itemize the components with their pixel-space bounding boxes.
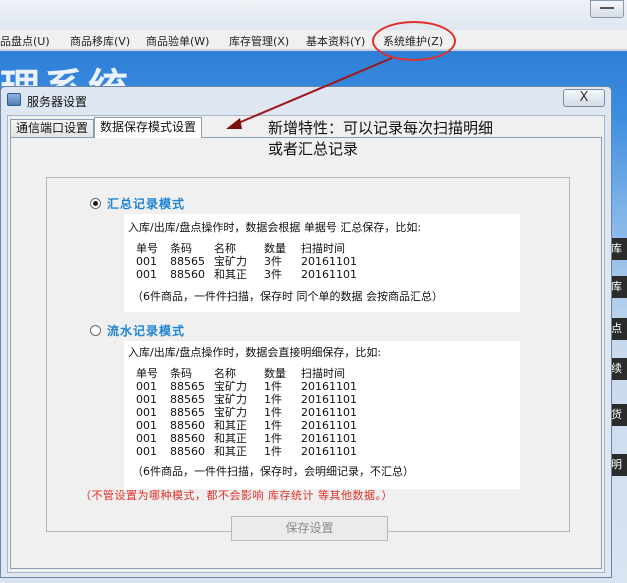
feature-note-line: 或者汇总记录 (268, 140, 359, 158)
feature-note-line: 新增特性：可以记录每次扫描明细 (268, 119, 494, 137)
tab-data-save-mode[interactable]: 数据保存模式设置 (94, 117, 203, 138)
annotation-arrow (226, 57, 393, 129)
feature-note: 新增特性：可以记录每次扫描明细 或者汇总记录 (268, 118, 568, 160)
